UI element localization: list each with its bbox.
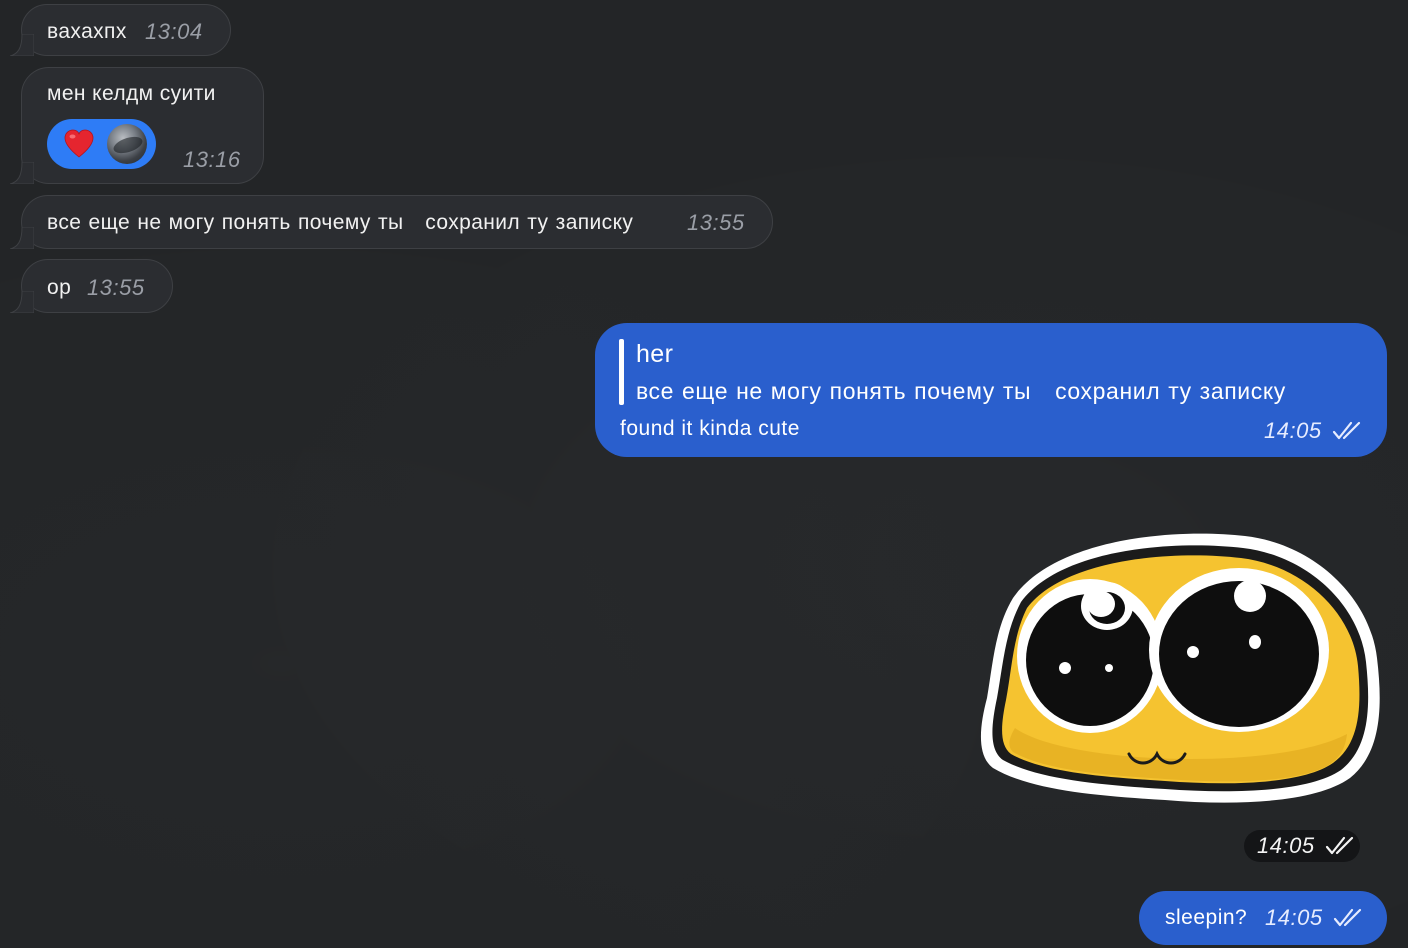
double-check-icon — [1334, 908, 1362, 927]
double-check-icon — [1333, 421, 1361, 440]
incoming-message[interactable]: ор 13:55 — [10, 259, 173, 313]
message-time: 14:05 — [1264, 418, 1322, 443]
bubble-tail — [10, 162, 34, 184]
message-text: вахахпх — [47, 20, 127, 43]
bubble-tail — [10, 291, 34, 313]
reply-quote-bar — [619, 339, 624, 405]
message-time: 13:55 — [87, 275, 145, 300]
message-text: ор — [47, 276, 72, 299]
message-text: мен келдм суити — [47, 82, 216, 105]
incoming-message[interactable]: мен келдм суити 13:16 — [10, 67, 264, 184]
reaction-pill[interactable] — [47, 119, 156, 169]
bubble-tail — [10, 34, 34, 56]
message-time: 13:55 — [687, 210, 745, 235]
incoming-message[interactable]: вахахпх 13:04 — [10, 4, 231, 56]
heart-emoji-icon — [64, 129, 94, 158]
message-text: found it kinda cute — [620, 417, 800, 440]
outgoing-message[interactable]: sleepin? 14:05 — [1139, 891, 1387, 945]
message-time-status: 14:05 — [1265, 905, 1365, 931]
message-time: 13:16 — [183, 147, 241, 172]
double-check-icon — [1326, 836, 1354, 855]
sticker-time-status: 14:05 — [1244, 830, 1360, 862]
reply-quoted-text[interactable]: все еще не могу понять почему ты сохрани… — [636, 378, 1286, 405]
pleading-face-sticker-icon[interactable] — [975, 528, 1383, 808]
message-text: все еще не могу понять почему ты сохрани… — [47, 211, 634, 234]
message-time: 13:04 — [145, 19, 203, 44]
incoming-message[interactable]: все еще не могу понять почему ты сохрани… — [10, 195, 773, 249]
message-time: 14:05 — [1257, 833, 1315, 858]
outgoing-message[interactable]: her все еще не могу понять почему ты сох… — [595, 323, 1387, 457]
reply-author[interactable]: her — [636, 340, 673, 369]
bubble-tail — [10, 227, 34, 249]
message-text: sleepin? — [1165, 906, 1248, 929]
message-time: 14:05 — [1265, 905, 1323, 930]
reactor-avatar — [107, 124, 147, 164]
message-time-status: 14:05 — [1264, 418, 1364, 444]
